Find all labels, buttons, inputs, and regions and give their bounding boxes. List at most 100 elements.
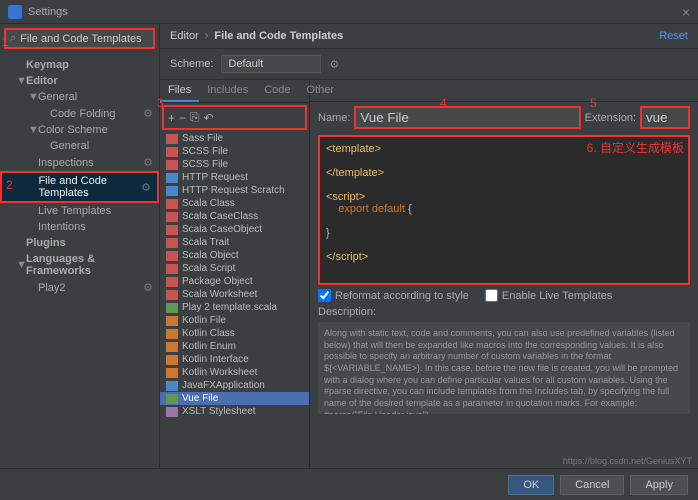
file-icon bbox=[166, 316, 178, 326]
annotation-5: 5 bbox=[590, 96, 597, 110]
list-item[interactable]: Scala Class bbox=[160, 197, 309, 210]
tab-files[interactable]: Files bbox=[160, 80, 199, 102]
annotation-2: 2 bbox=[6, 178, 13, 192]
annotation-4: 4 bbox=[440, 96, 447, 110]
name-label: Name: bbox=[318, 112, 350, 124]
list-item[interactable]: HTTP Request Scratch bbox=[160, 184, 309, 197]
template-tabs: FilesIncludesCodeOther bbox=[160, 80, 309, 103]
list-item[interactable]: Scala CaseClass bbox=[160, 210, 309, 223]
file-icon bbox=[166, 394, 178, 404]
file-icon bbox=[166, 212, 178, 222]
file-icon bbox=[166, 290, 178, 300]
sidebar: ⌕ × 1 2 Keymap▼Editor▼GeneralCode Foldin… bbox=[0, 24, 160, 468]
list-item[interactable]: Scala Worksheet bbox=[160, 288, 309, 301]
description-label: Description: bbox=[310, 304, 698, 320]
file-icon bbox=[166, 238, 178, 248]
copy-button[interactable]: ⎘ bbox=[190, 110, 200, 125]
sidebar-item[interactable]: File and Code Templates⚙ bbox=[0, 171, 159, 203]
file-icon bbox=[166, 329, 178, 339]
breadcrumb-row: Editor › File and Code Templates Reset bbox=[160, 24, 698, 49]
file-icon bbox=[166, 303, 178, 313]
list-item[interactable]: Kotlin Interface bbox=[160, 353, 309, 366]
sidebar-item[interactable]: Code Folding⚙ bbox=[0, 105, 159, 122]
list-item[interactable]: HTTP Request bbox=[160, 171, 309, 184]
file-icon bbox=[166, 134, 178, 144]
main-panel: Editor › File and Code Templates Reset S… bbox=[160, 24, 698, 468]
list-item[interactable]: Play 2 template.scala bbox=[160, 301, 309, 314]
sidebar-item[interactable]: Plugins bbox=[0, 235, 159, 251]
file-icon bbox=[166, 355, 178, 365]
options-row: Reformat according to style Enable Live … bbox=[310, 287, 698, 304]
chevron-right-icon: › bbox=[205, 30, 209, 42]
list-item[interactable]: Sass File bbox=[160, 132, 309, 145]
breadcrumb-leaf: File and Code Templates bbox=[214, 30, 343, 42]
reset-link[interactable]: Reset bbox=[659, 30, 688, 42]
apply-button[interactable]: Apply bbox=[630, 475, 688, 495]
add-button[interactable]: + bbox=[168, 111, 175, 125]
file-icon bbox=[166, 264, 178, 274]
undo-button[interactable]: ↶ bbox=[204, 111, 214, 125]
live-templates-checkbox[interactable]: Enable Live Templates bbox=[485, 289, 612, 302]
ok-button[interactable]: OK bbox=[508, 475, 554, 495]
list-item[interactable]: XSLT Stylesheet bbox=[160, 405, 309, 418]
scheme-label: Scheme: bbox=[170, 58, 213, 70]
list-item[interactable]: Kotlin Worksheet bbox=[160, 366, 309, 379]
annotation-1: 1 bbox=[2, 35, 9, 49]
sidebar-item[interactable]: Live Templates bbox=[0, 203, 159, 219]
scheme-select[interactable]: Default bbox=[221, 55, 321, 73]
file-icon bbox=[166, 199, 178, 209]
list-item[interactable]: SCSS File bbox=[160, 145, 309, 158]
file-icon bbox=[166, 186, 178, 196]
file-icon bbox=[166, 251, 178, 261]
list-item[interactable]: Package Object bbox=[160, 275, 309, 288]
file-panel: FilesIncludesCodeOther 3 + − ⎘ ↶ Sass Fi… bbox=[160, 80, 310, 468]
list-item[interactable]: Scala Script bbox=[160, 262, 309, 275]
reformat-checkbox[interactable]: Reformat according to style bbox=[318, 289, 469, 302]
list-item[interactable]: Kotlin Class bbox=[160, 327, 309, 340]
sidebar-item[interactable]: ▼General bbox=[0, 89, 159, 105]
gear-icon[interactable]: ⚙ bbox=[329, 58, 339, 71]
cancel-button[interactable]: Cancel bbox=[560, 475, 624, 495]
breadcrumb-root: Editor bbox=[170, 30, 199, 42]
file-icon bbox=[166, 173, 178, 183]
list-item[interactable]: Scala Trait bbox=[160, 236, 309, 249]
editor-panel: 4 5 Name: Extension: 6. 自定义生成模板 <templat… bbox=[310, 80, 698, 468]
tab-code[interactable]: Code bbox=[256, 80, 298, 102]
annotation-3: 3 bbox=[160, 96, 164, 110]
spacer bbox=[310, 80, 698, 102]
sidebar-item[interactable]: Inspections⚙ bbox=[0, 154, 159, 171]
name-input[interactable] bbox=[354, 106, 580, 129]
file-icon bbox=[166, 342, 178, 352]
list-item[interactable]: Scala Object bbox=[160, 249, 309, 262]
file-icon bbox=[166, 160, 178, 170]
tab-includes[interactable]: Includes bbox=[199, 80, 256, 102]
scheme-row: Scheme: Default ⚙ bbox=[160, 49, 698, 80]
list-item[interactable]: SCSS File bbox=[160, 158, 309, 171]
list-item[interactable]: Scala CaseObject bbox=[160, 223, 309, 236]
sidebar-item[interactable]: ▼Color Scheme bbox=[0, 122, 159, 138]
settings-tree: Keymap▼Editor▼GeneralCode Folding⚙▼Color… bbox=[0, 53, 159, 468]
list-item[interactable]: Vue File bbox=[160, 392, 309, 405]
extension-input[interactable] bbox=[640, 106, 690, 129]
file-icon bbox=[166, 277, 178, 287]
template-editor[interactable]: 6. 自定义生成模板 <template> </template> <scrip… bbox=[318, 135, 690, 285]
titlebar: Settings × bbox=[0, 0, 698, 24]
sidebar-item[interactable]: Intentions bbox=[0, 219, 159, 235]
watermark: https://blog.csdn.net/GeniusXYT bbox=[563, 456, 692, 466]
sidebar-item[interactable]: Keymap bbox=[0, 57, 159, 73]
list-item[interactable]: Kotlin File bbox=[160, 314, 309, 327]
extension-label: Extension: bbox=[585, 112, 636, 124]
sidebar-item[interactable]: Play2⚙ bbox=[0, 279, 159, 296]
search-box[interactable]: ⌕ × bbox=[4, 28, 155, 49]
remove-button[interactable]: − bbox=[179, 111, 186, 125]
search-input[interactable] bbox=[20, 33, 162, 45]
close-icon[interactable]: × bbox=[682, 4, 690, 20]
sidebar-item[interactable]: ▼Editor bbox=[0, 73, 159, 89]
list-item[interactable]: JavaFXApplication bbox=[160, 379, 309, 392]
dialog-footer: OK Cancel Apply bbox=[0, 468, 698, 500]
file-icon bbox=[166, 368, 178, 378]
template-list[interactable]: Sass FileSCSS FileSCSS FileHTTP RequestH… bbox=[160, 132, 309, 468]
sidebar-item[interactable]: ▼Languages & Frameworks bbox=[0, 251, 159, 279]
list-item[interactable]: Kotlin Enum bbox=[160, 340, 309, 353]
sidebar-item[interactable]: General bbox=[0, 138, 159, 154]
